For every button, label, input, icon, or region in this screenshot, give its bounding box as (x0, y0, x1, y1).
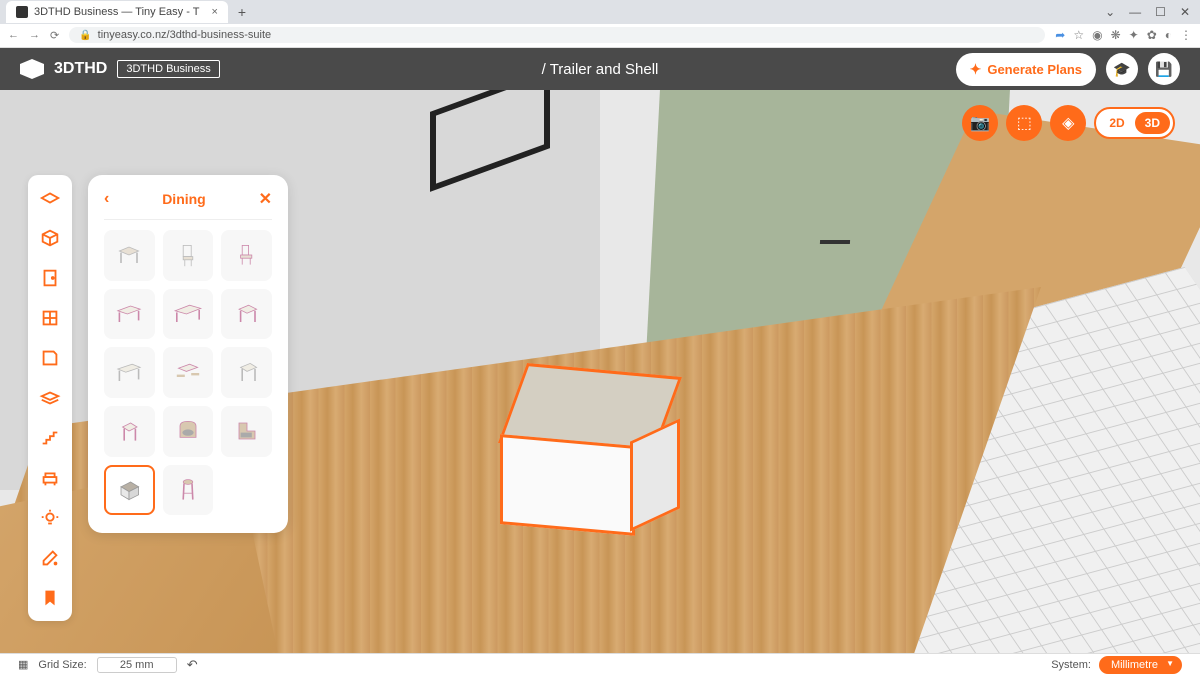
grid-size-label: Grid Size: (38, 659, 86, 671)
catalog-panel: ‹ Dining ✕ (88, 175, 288, 533)
bookmark-tool-icon[interactable] (37, 585, 63, 611)
logo-icon (20, 59, 44, 79)
view-controls: 📷 ⬚ ◈ 2D 3D (962, 105, 1175, 141)
app-header: 3DTHD 3DTHD Business / Trailer and Shell… (0, 48, 1200, 90)
share-icon[interactable]: ➦ (1055, 28, 1065, 42)
door-tool-icon[interactable] (37, 265, 63, 291)
system-label: System: (1051, 659, 1091, 671)
minimize-icon[interactable]: — (1129, 5, 1141, 19)
extension-icon[interactable]: ❋ (1111, 28, 1121, 42)
catalog-title: Dining (162, 191, 206, 207)
catalog-item-chair-arm[interactable] (221, 230, 272, 281)
save-button[interactable]: 💾 (1148, 53, 1180, 85)
floor-tool-icon[interactable] (37, 385, 63, 411)
bottom-bar: ▦ Grid Size: 25 mm ↶ System: Millimetre (0, 653, 1200, 675)
undo-icon[interactable]: ↶ (187, 657, 198, 673)
new-tab-button[interactable]: + (238, 4, 246, 20)
trailer-tool-icon[interactable] (37, 185, 63, 211)
generate-plans-button[interactable]: Generate Plans (956, 53, 1096, 86)
left-toolbar (28, 175, 72, 621)
2d-button[interactable]: 2D (1099, 112, 1134, 134)
logo-text: 3DTHD (54, 60, 107, 78)
catalog-item-side-table[interactable] (221, 347, 272, 398)
grid-icon[interactable]: ▦ (18, 658, 28, 671)
perspective-button[interactable]: ⬚ (1006, 105, 1042, 141)
catalog-item-table-rect[interactable] (104, 289, 155, 340)
extensions-icon[interactable]: ✦ (1129, 28, 1139, 42)
catalog-item-bench-table[interactable] (163, 347, 214, 398)
window-tool-icon[interactable] (37, 305, 63, 331)
browser-tab[interactable]: 3DTHD Business — Tiny Easy - T × (6, 1, 228, 23)
catalog-item-table-small[interactable] (104, 230, 155, 281)
maximize-icon[interactable]: ☐ (1155, 5, 1166, 19)
catalog-item-stool[interactable] (104, 406, 155, 457)
render-button[interactable]: ◈ (1050, 105, 1086, 141)
grid-size-input[interactable]: 25 mm (97, 657, 177, 673)
catalog-item-table-square[interactable] (221, 289, 272, 340)
profile-icon[interactable]: ◐ (1165, 28, 1172, 42)
chevron-down-icon[interactable]: ⌄ (1105, 5, 1115, 19)
furniture-tool-icon[interactable] (37, 465, 63, 491)
catalog-item-bar-stool[interactable] (163, 465, 214, 516)
url-text: tinyeasy.co.nz/3dthd-business-suite (98, 29, 271, 41)
catalog-item-booth-round[interactable] (163, 406, 214, 457)
shell-tool-icon[interactable] (37, 225, 63, 251)
catalog-item-booth-corner[interactable] (221, 406, 272, 457)
address-bar[interactable]: 🔒 tinyeasy.co.nz/3dthd-business-suite (69, 27, 1045, 43)
selected-object[interactable] (500, 370, 680, 535)
reload-icon[interactable]: ⟳ (50, 29, 59, 42)
favicon-icon (16, 6, 28, 18)
stairs-tool-icon[interactable] (37, 425, 63, 451)
product-badge: 3DTHD Business (117, 60, 219, 78)
lock-icon: 🔒 (79, 30, 91, 41)
lighting-tool-icon[interactable] (37, 505, 63, 531)
puzzle-icon[interactable]: ✿ (1147, 28, 1157, 42)
catalog-item-chair[interactable] (163, 230, 214, 281)
education-button[interactable]: 🎓 (1106, 53, 1138, 85)
browser-chrome: 3DTHD Business — Tiny Easy - T × + ⌄ — ☐… (0, 0, 1200, 48)
tab-close-icon[interactable]: × (211, 6, 217, 18)
star-icon[interactable]: ☆ (1073, 28, 1084, 42)
system-select[interactable]: Millimetre (1099, 656, 1182, 674)
dimension-toggle: 2D 3D (1094, 107, 1175, 139)
catalog-back-icon[interactable]: ‹ (104, 190, 109, 208)
extension-icon[interactable]: ◉ (1092, 28, 1102, 42)
camera-view-button[interactable]: 📷 (962, 105, 998, 141)
back-icon[interactable]: ← (8, 29, 19, 42)
cladding-tool-icon[interactable] (37, 345, 63, 371)
catalog-item-desk[interactable] (104, 347, 155, 398)
catalog-close-icon[interactable]: ✕ (259, 189, 272, 209)
3d-button[interactable]: 3D (1135, 112, 1170, 134)
paint-tool-icon[interactable] (37, 545, 63, 571)
menu-icon[interactable]: ⋮ (1180, 28, 1192, 42)
catalog-item-table-long[interactable] (163, 289, 214, 340)
close-window-icon[interactable]: ✕ (1180, 5, 1190, 19)
tab-title: 3DTHD Business — Tiny Easy - T (34, 6, 199, 18)
catalog-item-ottoman[interactable] (104, 465, 155, 516)
forward-icon[interactable]: → (29, 29, 40, 42)
project-title[interactable]: / Trailer and Shell (542, 61, 659, 78)
